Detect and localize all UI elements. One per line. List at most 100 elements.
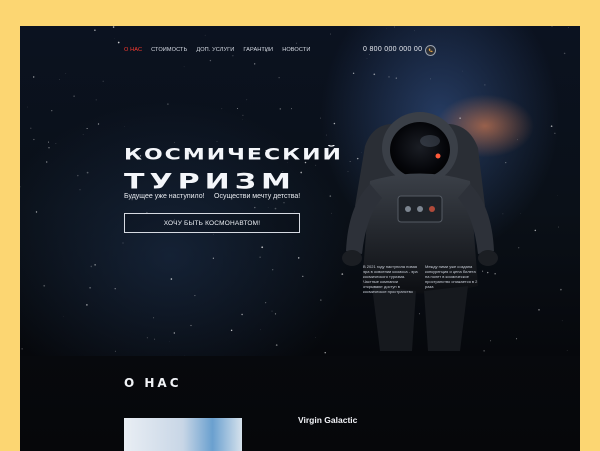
star [55, 143, 57, 144]
star [209, 59, 212, 62]
phone-glyph-icon [428, 48, 433, 53]
star [183, 66, 185, 68]
star [558, 226, 559, 228]
star [48, 147, 50, 149]
star [190, 324, 192, 327]
nav-item-about[interactable]: О НАС [124, 47, 142, 53]
about-image [124, 418, 242, 451]
hero-title-line1: Космический [124, 146, 343, 164]
star [302, 275, 304, 277]
star [297, 257, 300, 259]
cta-button[interactable]: ХОЧУ БЫТЬ КОСМОНАВТОМ! [124, 213, 300, 233]
star [194, 295, 196, 297]
info-text-right: Между ними уже создана конкуренция и цен… [425, 264, 478, 289]
nav-item-news[interactable]: НОВОСТИ [282, 47, 310, 53]
star [89, 286, 91, 289]
star [212, 233, 214, 235]
star [278, 77, 280, 79]
star [65, 73, 67, 74]
star [294, 210, 295, 212]
star [291, 108, 292, 110]
star [48, 141, 49, 143]
hero-section: О НАС СТОИМОСТЬ ДОП. УСЛУГИ ГАРАНТИИ НОВ… [20, 26, 580, 356]
star [43, 284, 46, 287]
star [271, 310, 273, 312]
star [30, 127, 32, 129]
star [254, 206, 256, 209]
star [90, 265, 93, 268]
star [20, 186, 21, 188]
page-frame: О НАС СТОИМОСТЬ ДОП. УСЛУГИ ГАРАНТИИ НОВ… [20, 26, 580, 451]
star [366, 58, 368, 60]
star [46, 161, 48, 163]
star [33, 138, 35, 141]
star [95, 99, 97, 101]
star [114, 38, 115, 39]
star [94, 29, 96, 31]
star [259, 256, 261, 259]
star [279, 108, 282, 110]
phone-number[interactable]: 0 800 000 000 00 [363, 46, 422, 53]
star [170, 278, 173, 280]
star [212, 257, 214, 259]
star [154, 338, 156, 340]
hero-tagline-right: Осуществи мечту детства! [214, 193, 301, 200]
star [216, 141, 218, 142]
star [272, 269, 274, 271]
info-text-left: В 2021 году наступила новая эра в освоен… [363, 264, 418, 294]
astronaut-image [342, 112, 498, 351]
star [246, 99, 248, 101]
star [567, 27, 569, 28]
star [232, 55, 234, 57]
star [563, 52, 566, 55]
star [86, 171, 89, 174]
star [274, 313, 277, 315]
star [62, 316, 64, 318]
star [261, 246, 264, 249]
nav-item-services[interactable]: ДОП. УСЛУГИ [196, 47, 234, 53]
star [33, 76, 35, 78]
star [388, 76, 390, 78]
star [117, 41, 120, 44]
nav-item-guarantees[interactable]: ГАРАНТИИ [243, 47, 273, 53]
star [59, 79, 60, 80]
star [430, 78, 431, 80]
star [560, 288, 562, 291]
star [102, 80, 104, 82]
star [241, 313, 243, 316]
star [242, 114, 244, 117]
phone-icon[interactable] [425, 45, 436, 56]
star [77, 174, 79, 177]
star [174, 141, 176, 143]
star [330, 33, 331, 35]
star [462, 70, 464, 72]
star [554, 132, 556, 134]
star [550, 125, 553, 128]
star [265, 302, 267, 304]
star [394, 26, 396, 28]
star [86, 128, 88, 129]
nav-item-price[interactable]: СТОИМОСТЬ [151, 47, 187, 53]
star [35, 211, 38, 213]
star [414, 30, 415, 32]
star [230, 329, 233, 332]
star [395, 77, 397, 79]
star [561, 320, 563, 322]
star [300, 171, 303, 174]
star [153, 317, 155, 319]
star [260, 329, 261, 331]
lower-section [20, 356, 580, 451]
star [283, 202, 285, 204]
star [275, 344, 278, 346]
star [173, 332, 175, 334]
star [86, 304, 88, 306]
star [274, 207, 277, 210]
star [122, 242, 124, 244]
star [51, 110, 53, 112]
star [254, 63, 256, 65]
star [352, 72, 355, 74]
star [94, 264, 96, 266]
star [236, 107, 238, 109]
about-title: О НАС [124, 376, 182, 390]
star [296, 42, 297, 44]
